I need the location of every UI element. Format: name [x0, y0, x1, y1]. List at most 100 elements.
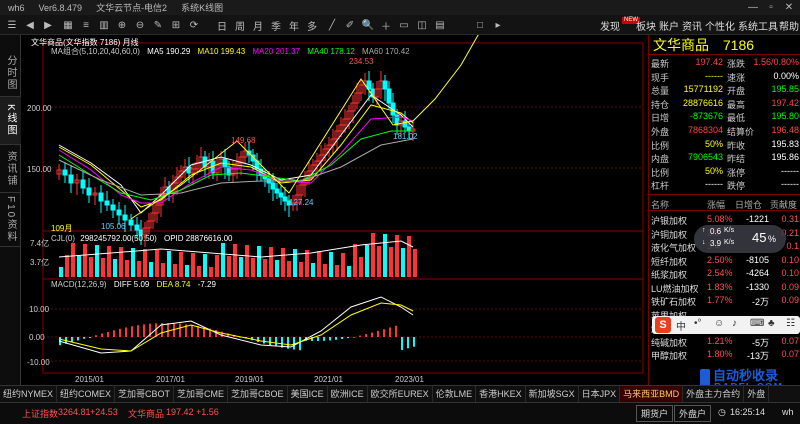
pen-tool-icon[interactable]: ✐	[342, 17, 358, 33]
exchange-tab[interactable]: 新加坡SGX	[526, 385, 579, 403]
quote-value: 7906543	[687, 152, 723, 163]
period-1-button[interactable]: 日	[214, 17, 230, 33]
menu-discover[interactable]: 发现 NEW	[600, 17, 640, 33]
menu-help[interactable]: 帮助	[779, 18, 799, 33]
menu-personalize[interactable]: 个性化	[705, 18, 735, 33]
volume-bar	[281, 248, 285, 277]
period-4-button[interactable]: 季	[268, 17, 284, 33]
box-icon[interactable]: □	[472, 17, 488, 33]
menu-news[interactable]: 资讯	[682, 18, 702, 33]
exchange-tab[interactable]: 日本JPX	[579, 385, 621, 403]
window-icon[interactable]: ▭	[396, 17, 412, 33]
exchange-tab[interactable]: 芝加哥CBOT	[115, 385, 175, 403]
period-6-button[interactable]: 多	[304, 17, 320, 33]
menu-account[interactable]: 账户	[659, 18, 679, 33]
exchange-tab[interactable]: 纽约NYMEX	[0, 385, 58, 403]
exchange-tab[interactable]: 美国ICE	[288, 385, 328, 403]
chart-icon[interactable]: ▥	[96, 17, 112, 33]
exchange-tab[interactable]: 纽约COMEX	[57, 385, 116, 403]
exchange-tab[interactable]: 马来西亚BMD	[620, 385, 684, 403]
more-icon[interactable]: ▸	[490, 17, 506, 33]
close-icon[interactable]: ✕	[780, 0, 798, 15]
ime-skin-icon[interactable]: ♣	[768, 318, 775, 329]
contrib-item-name: LU燃油加权	[651, 283, 699, 294]
quote-row: 现手 ------ 速涨 0.00%	[651, 71, 799, 83]
exchange-tab[interactable]: 芝加哥CME	[174, 385, 229, 403]
quote-value: 1.56/0.80%	[753, 57, 799, 67]
draw-icon[interactable]: ✎	[150, 17, 166, 33]
period-2-button[interactable]: 周	[232, 17, 248, 33]
quote-value: 197.42	[771, 97, 799, 108]
index-change: +24.53	[90, 407, 118, 417]
contrib-list-item[interactable]: 铁矿石加权 1.77% -2万 0.09	[649, 295, 800, 307]
ime-emoji-icon[interactable]: ☺	[714, 318, 724, 329]
volume-bar	[59, 267, 63, 277]
product-value: 197.42	[166, 407, 194, 417]
candle-body	[134, 224, 140, 231]
split-icon[interactable]: ◫	[414, 17, 430, 33]
period-3-button[interactable]: 月	[250, 17, 266, 33]
ime-toolbar[interactable]: S 中 •° ☺ ♪ ⌨ ♣ ☷	[652, 316, 800, 334]
macd-legend: MACD(12,26,9) DIFF 5.09 DEA 8.74 -7.29	[51, 280, 216, 289]
exchange-tab[interactable]: 外盘	[744, 385, 770, 403]
ruler-icon[interactable]: ⊞	[168, 17, 184, 33]
plus-icon[interactable]: ＋	[378, 17, 394, 33]
kline-chart-area[interactable]: 文华商品(文华指数 7186) 月线 MA组合(5,10,20,40,60,0)…	[21, 35, 648, 385]
foreign-account-button[interactable]: 外盘户	[674, 405, 712, 422]
magnify-icon[interactable]: 🔍	[360, 17, 376, 33]
contrib-list-item[interactable]: 短纤加权 2.50% -8105 0.10	[649, 255, 800, 267]
contrib-list-item[interactable]: 纯碱加权 1.21% -5万 0.07	[649, 336, 800, 348]
macd-bar	[329, 337, 331, 341]
period-5-button[interactable]: 年	[286, 17, 302, 33]
kline-chart[interactable]	[21, 35, 648, 385]
refresh-icon[interactable]: ⟳	[186, 17, 202, 33]
maximize-icon[interactable]: ▫	[762, 0, 780, 15]
exchange-tab[interactable]: 欧洲ICE	[328, 385, 368, 403]
network-speed-widget[interactable]: ↑ 0.6 K/s ↓ 3.9 K/s 45 %	[694, 225, 786, 253]
contrib-item-oi: -4264	[745, 268, 769, 278]
list-icon[interactable]: ≡	[78, 17, 94, 33]
volume-bar	[119, 247, 123, 277]
volume-bar	[65, 255, 69, 277]
user-name: wh	[782, 407, 794, 417]
macd-bar	[275, 337, 277, 347]
menu-sector[interactable]: 板块	[636, 18, 656, 33]
contrib-item-change: 1.21%	[707, 335, 733, 346]
contrib-list-item[interactable]: 纸浆加权 2.54% -4264 0.10	[649, 268, 800, 280]
volume-bar	[269, 247, 273, 277]
contrib-list-item[interactable]: 甲醇加权 1.80% -13万 0.07	[649, 349, 800, 361]
volume-bar	[383, 234, 387, 277]
ma10-legend: MA10 199.43	[197, 47, 246, 56]
tab-news[interactable]: 资讯铺	[0, 145, 21, 193]
menu-icon[interactable]: ☰	[4, 17, 20, 33]
exchange-tab[interactable]: 香港HKEX	[476, 385, 526, 403]
layout-icon[interactable]: ▤	[432, 17, 448, 33]
volume-bar	[311, 263, 315, 277]
ime-voice-icon[interactable]: ♪	[732, 318, 737, 329]
exchange-tab[interactable]: 欧交所EUREX	[368, 385, 433, 403]
menu-system-tools[interactable]: 系统工具	[738, 18, 778, 33]
ime-mode-icon[interactable]: 中	[676, 318, 686, 333]
exchange-tab[interactable]: 外盘主力合约	[683, 385, 745, 403]
zoom-in-icon[interactable]: ⊕	[114, 17, 130, 33]
back-icon[interactable]: ◀	[22, 17, 38, 33]
exchange-tab[interactable]: 芝加哥CBOE	[228, 385, 288, 403]
ime-keyboard-icon[interactable]: ⌨	[750, 318, 764, 329]
ime-menu-icon[interactable]: ☷	[786, 318, 795, 329]
exchange-tab[interactable]: 伦敦LME	[433, 385, 477, 403]
volume-bar	[203, 254, 207, 277]
contrib-list-item[interactable]: LU燃油加权 1.83% -1330 0.09	[649, 282, 800, 294]
tab-timeshare[interactable]: 分时图	[0, 49, 21, 97]
tab-kline[interactable]: K线图	[0, 97, 21, 145]
tab-f10[interactable]: F10资料	[0, 193, 21, 247]
minimize-icon[interactable]: —	[744, 0, 762, 15]
trend-drawing	[130, 35, 479, 220]
list-separator	[649, 210, 800, 211]
zoom-out-icon[interactable]: ⊖	[132, 17, 148, 33]
line-tool-icon[interactable]: ╱	[324, 17, 340, 33]
grid-icon[interactable]: ▦	[60, 17, 76, 33]
ime-punct-icon[interactable]: •°	[694, 318, 702, 329]
ime-logo-icon[interactable]: S	[655, 317, 671, 333]
forward-icon[interactable]: ▶	[40, 17, 56, 33]
futures-account-button[interactable]: 期货户	[636, 405, 674, 422]
